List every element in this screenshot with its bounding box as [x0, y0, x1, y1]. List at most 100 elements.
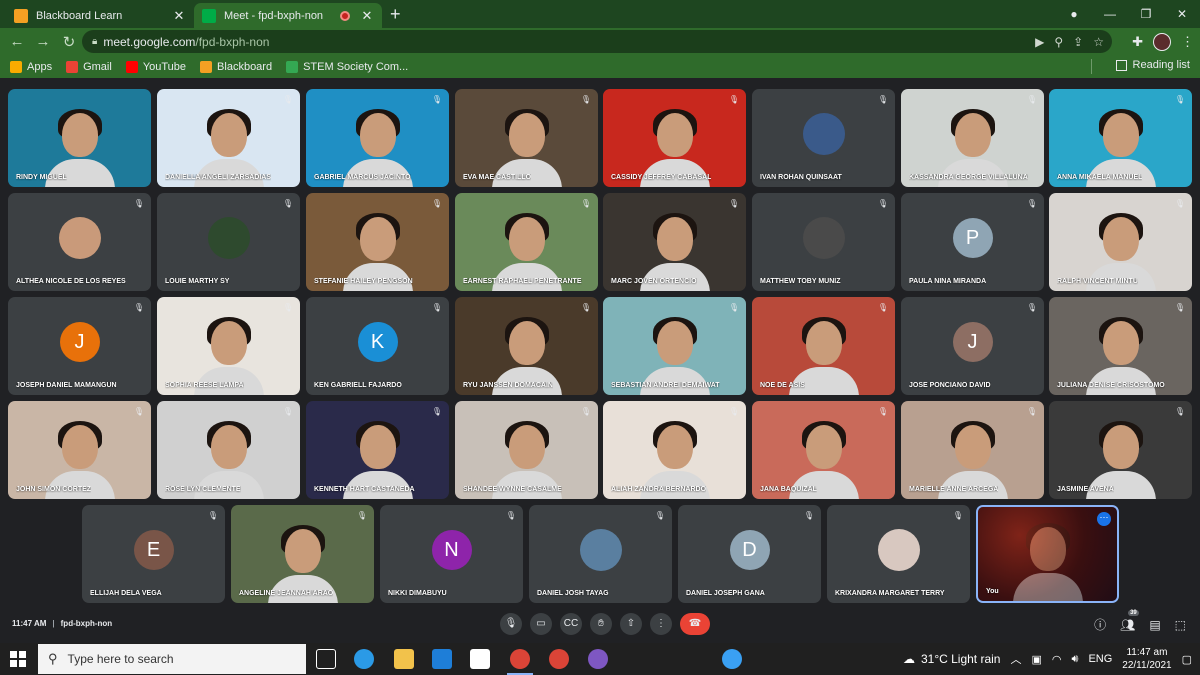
participant-tile[interactable]: 🎙︎ SEBASTIAN ANDREI DEMAIWAT	[603, 297, 746, 395]
participant-tile[interactable]: RINDY MIGUEL	[8, 89, 151, 187]
participant-tile[interactable]: 🎙︎ ANNA MIKAELA MANUEL	[1049, 89, 1192, 187]
extensions-icon[interactable]: ✚	[1132, 34, 1143, 50]
participant-tile[interactable]: 🎙︎ ALIAH ZANDRA BERNARDO	[603, 401, 746, 499]
lock-icon[interactable]: 🔒︎	[92, 36, 97, 47]
participant-tile[interactable]: 🎙︎ MARC JOVEN ORTENCIO	[603, 193, 746, 291]
camera-button[interactable]: ▭	[530, 613, 552, 635]
captions-button[interactable]: CC	[560, 613, 582, 635]
participant-tile[interactable]: 🎙︎ MATTHEW TOBY MUNIZ	[752, 193, 895, 291]
participant-name: JOHN SIMON CORTEZ	[16, 486, 92, 493]
tab-meet[interactable]: Meet - fpd-bxph-non ✕	[194, 3, 382, 28]
minimize-icon[interactable]: —	[1092, 7, 1128, 21]
profile-avatar[interactable]	[1153, 32, 1171, 51]
participant-tile[interactable]: K 🎙︎ KEN GABRIELL FAJARDO	[306, 297, 449, 395]
participant-tile[interactable]: D 🎙︎ DANIEL JOSEPH GANA	[678, 505, 821, 603]
bookmark-item[interactable]: Apps	[10, 60, 52, 73]
network-icon[interactable]: ◠	[1052, 653, 1062, 666]
participant-tile[interactable]: 🎙︎ LOUIE MARTHY SY	[157, 193, 300, 291]
chrome-profile-icon[interactable]	[549, 649, 569, 669]
zoom-icon[interactable]: ⚲	[1054, 35, 1063, 49]
start-button[interactable]	[0, 643, 36, 675]
chrome-icon[interactable]	[510, 649, 530, 669]
chrome-app-icon[interactable]	[588, 649, 608, 669]
notifications-icon[interactable]: ▢	[1182, 653, 1192, 666]
bookmark-star-icon[interactable]: ☆	[1093, 35, 1104, 49]
tray-apps-icon[interactable]: ▣	[1031, 653, 1041, 666]
participant-tile[interactable]: 🎙︎ KRIXANDRA MARGARET TERRY	[827, 505, 970, 603]
participant-tile[interactable]: J 🎙︎ JOSE PONCIANO DAVID	[901, 297, 1044, 395]
mail-icon[interactable]	[432, 649, 452, 669]
participant-tile[interactable]: 🎙︎ EVA MAE CASTILLO	[455, 89, 598, 187]
reading-list-label: Reading list	[1132, 59, 1190, 71]
participant-tile[interactable]: 🎙︎ JASMINE AVENA	[1049, 401, 1192, 499]
bookmark-item[interactable]: YouTube	[125, 60, 186, 73]
back-icon[interactable]: ←	[4, 33, 30, 50]
participant-tile[interactable]: 🎙︎ GABRIEL MARCUS JACINTO	[306, 89, 449, 187]
present-screen-button[interactable]: ⇧	[620, 613, 642, 635]
camera-in-use-icon[interactable]: ▶	[1035, 35, 1044, 49]
raise-hand-button[interactable]: ✋︎	[590, 613, 612, 635]
menu-kebab-icon[interactable]: ⋮	[1181, 34, 1194, 50]
participant-name: JOSEPH DANIEL MAMANGUN	[16, 382, 117, 389]
language-indicator[interactable]: ENG	[1088, 653, 1112, 665]
bookmark-item[interactable]: Gmail	[66, 60, 112, 73]
participant-tile[interactable]: 🎙︎ ALTHEA NICOLE DE LOS REYES	[8, 193, 151, 291]
help-icon[interactable]	[722, 649, 742, 669]
profile-dropdown-icon[interactable]: ●	[1056, 7, 1092, 21]
close-window-icon[interactable]: ✕	[1164, 7, 1200, 21]
participant-tile[interactable]: N 🎙︎ NIKKI DIMABUYU	[380, 505, 523, 603]
edge-icon[interactable]	[354, 649, 374, 669]
more-options-icon[interactable]: ⋯	[1097, 512, 1111, 526]
file-explorer-icon[interactable]	[394, 649, 414, 669]
taskbar-search[interactable]: ⚲ Type here to search	[38, 644, 306, 674]
meeting-details-icon[interactable]: ⓘ	[1094, 616, 1106, 633]
bookmark-item[interactable]: STEM Society Com...	[286, 60, 408, 73]
microphone-button[interactable]: 🎙︎	[500, 613, 522, 635]
participant-tile[interactable]: 🎙︎ CASSIDY JEFFREY CABASAL	[603, 89, 746, 187]
participant-tile[interactable]: 🎙︎ KENNETH HART CASTANEDA	[306, 401, 449, 499]
participant-tile[interactable]: 🎙︎ SHANDEE WYNNE CASALME	[455, 401, 598, 499]
restore-icon[interactable]: ❐	[1128, 7, 1164, 21]
tray-chevron-icon[interactable]: ︿	[1010, 651, 1021, 667]
participant-tile[interactable]: 🎙︎ NOE DE ASIS	[752, 297, 895, 395]
volume-icon[interactable]: 🔊︎	[1072, 653, 1079, 666]
reload-icon[interactable]: ↻	[56, 33, 82, 51]
address-bar[interactable]: 🔒︎ meet.google.com/fpd-bxph-non ▶ ⚲ ⇪ ☆	[82, 30, 1112, 53]
clock[interactable]: 11:47 am 22/11/2021	[1122, 646, 1171, 672]
weather-widget[interactable]: ☁︎ 31°C Light rain	[903, 652, 1001, 666]
participant-tile[interactable]: J 🎙︎ JOSEPH DANIEL MAMANGUN	[8, 297, 151, 395]
activities-icon[interactable]: ⬚	[1175, 618, 1186, 632]
tab-blackboard[interactable]: Blackboard Learn ✕	[6, 3, 194, 28]
participant-tile[interactable]: 🎙︎ JULIANA DENISE CRISOSTOMO	[1049, 297, 1192, 395]
participant-tile[interactable]: 🎙︎ DANIEL JOSH TAYAG	[529, 505, 672, 603]
participant-tile[interactable]: P 🎙︎ PAULA NINA MIRANDA	[901, 193, 1044, 291]
close-tab-icon[interactable]: ✕	[360, 8, 374, 24]
participant-tile[interactable]: 🎙︎ SOPHIA REESE LAMPA	[157, 297, 300, 395]
people-button[interactable]: 👥︎ 39	[1120, 609, 1139, 632]
participant-tile[interactable]: 🎙︎ JOHN SIMON CORTEZ	[8, 401, 151, 499]
dropbox-icon[interactable]	[470, 649, 490, 669]
participant-tile[interactable]: E 🎙︎ ELLIJAH DELA VEGA	[82, 505, 225, 603]
leave-call-button[interactable]: ☎︎	[680, 613, 710, 635]
participant-tile[interactable]: 🎙︎ STEFANIE HAILEY PENGSON	[306, 193, 449, 291]
participant-tile[interactable]: 🎙︎ ROSE LYN CLEMENTE	[157, 401, 300, 499]
close-tab-icon[interactable]: ✕	[172, 8, 186, 24]
participant-tile[interactable]: 🎙︎ JANA BAQUIZAL	[752, 401, 895, 499]
more-options-button[interactable]: ⋮	[650, 613, 672, 635]
self-video-tile[interactable]: ⋯ You	[976, 505, 1119, 603]
task-view-icon[interactable]	[316, 649, 336, 669]
participant-tile[interactable]: 🎙︎ ANGELINE JEANNAH ARAO	[231, 505, 374, 603]
chat-icon[interactable]: ▤	[1149, 618, 1160, 632]
participant-tile[interactable]: 🎙︎ EARNEST RAPHAEL PENETRANTE	[455, 193, 598, 291]
participant-tile[interactable]: 🎙︎ RALPH VINCENT MINTU	[1049, 193, 1192, 291]
reading-list-button[interactable]: Reading list	[1115, 59, 1190, 71]
participant-tile[interactable]: 🎙︎ IVAN ROHAN QUINSAAT	[752, 89, 895, 187]
share-icon[interactable]: ⇪	[1073, 35, 1083, 49]
participant-tile[interactable]: 🎙︎ MARIELLE ANNE ARCEGA	[901, 401, 1044, 499]
participant-tile[interactable]: 🎙︎ KASSANDRA GEORGE VILLALUNA	[901, 89, 1044, 187]
new-tab-button[interactable]: +	[390, 4, 401, 25]
bookmark-item[interactable]: Blackboard	[200, 60, 272, 73]
participant-tile[interactable]: 🎙︎ DANIELLA ANGELI ZARSADIAS	[157, 89, 300, 187]
participant-tile[interactable]: 🎙︎ RYU JANSSEN DOMACAIN	[455, 297, 598, 395]
forward-icon[interactable]: →	[30, 33, 56, 50]
